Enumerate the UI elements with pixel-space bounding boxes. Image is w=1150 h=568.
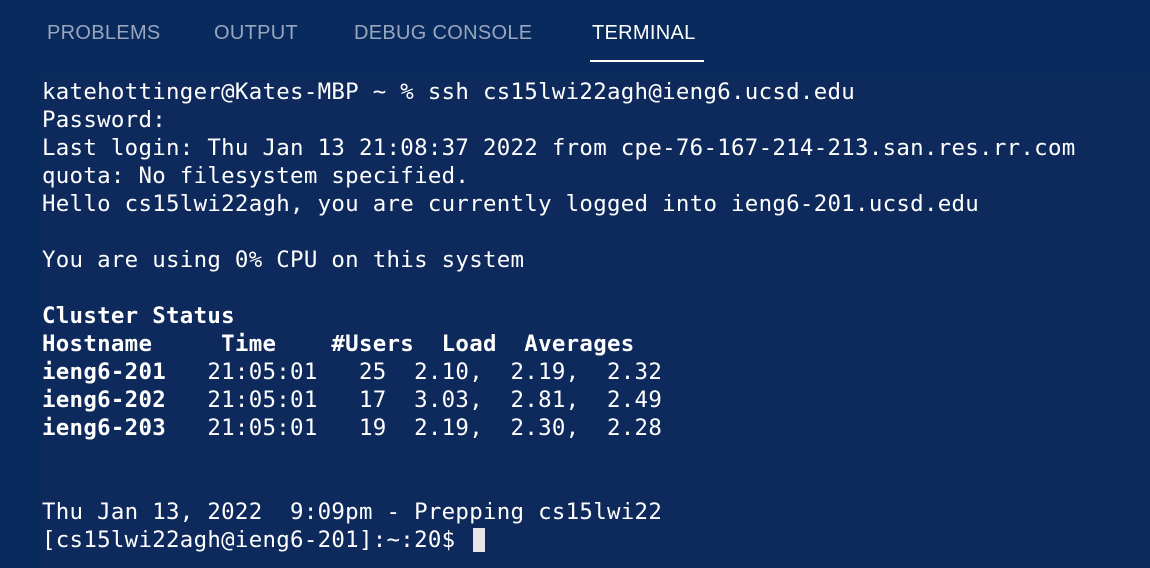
- terminal-gutter: [0, 78, 42, 568]
- shell-prompt: [cs15lwi22agh@ieng6-201]:~:20$: [42, 527, 470, 553]
- cluster-row: ieng6-201 21:05:01 25 2.10, 2.19, 2.32: [42, 358, 662, 386]
- cluster-stats: 21:05:01 17 3.03, 2.81, 2.49: [166, 387, 663, 413]
- cluster-table-header: Hostname Time #Users Load Averages: [42, 331, 635, 357]
- cluster-hostname: ieng6-203: [42, 415, 167, 441]
- panel-tab-bar: PROBLEMS OUTPUT DEBUG CONSOLE TERMINAL: [0, 0, 1150, 78]
- terminal-line: Last login: Thu Jan 13 21:08:37 2022 fro…: [42, 135, 1076, 161]
- tab-problems[interactable]: PROBLEMS: [47, 22, 161, 45]
- cluster-row: ieng6-202 21:05:01 17 3.03, 2.81, 2.49: [42, 386, 662, 414]
- tab-debug-console[interactable]: DEBUG CONSOLE: [354, 22, 532, 45]
- terminal-line: Password:: [42, 107, 167, 133]
- text-cursor: [473, 528, 486, 552]
- terminal-line: Hello cs15lwi22agh, you are currently lo…: [42, 191, 980, 217]
- active-tab-indicator: [590, 60, 704, 62]
- terminal-output[interactable]: katehottinger@Kates-MBP ~ % ssh cs15lwi2…: [42, 78, 1150, 568]
- terminal-line: You are using 0% CPU on this system: [42, 247, 525, 273]
- tab-terminal[interactable]: TERMINAL: [592, 22, 696, 45]
- cluster-hostname: ieng6-202: [42, 387, 167, 413]
- cluster-status-heading: Cluster Status: [42, 303, 235, 329]
- cluster-stats: 21:05:01 19 2.19, 2.30, 2.28: [166, 415, 663, 441]
- terminal-prompt-line[interactable]: [cs15lwi22agh@ieng6-201]:~:20$: [42, 526, 486, 554]
- terminal-panel: PROBLEMS OUTPUT DEBUG CONSOLE TERMINAL k…: [0, 0, 1150, 568]
- terminal-line: Thu Jan 13, 2022 9:09pm - Prepping cs15l…: [42, 499, 663, 525]
- terminal-line: quota: No filesystem specified.: [42, 163, 470, 189]
- tab-output[interactable]: OUTPUT: [214, 22, 298, 45]
- terminal-line: katehottinger@Kates-MBP ~ % ssh cs15lwi2…: [42, 79, 856, 105]
- cluster-stats: 21:05:01 25 2.10, 2.19, 2.32: [166, 359, 663, 385]
- cluster-hostname: ieng6-201: [42, 359, 167, 385]
- cluster-row: ieng6-203 21:05:01 19 2.19, 2.30, 2.28: [42, 414, 662, 442]
